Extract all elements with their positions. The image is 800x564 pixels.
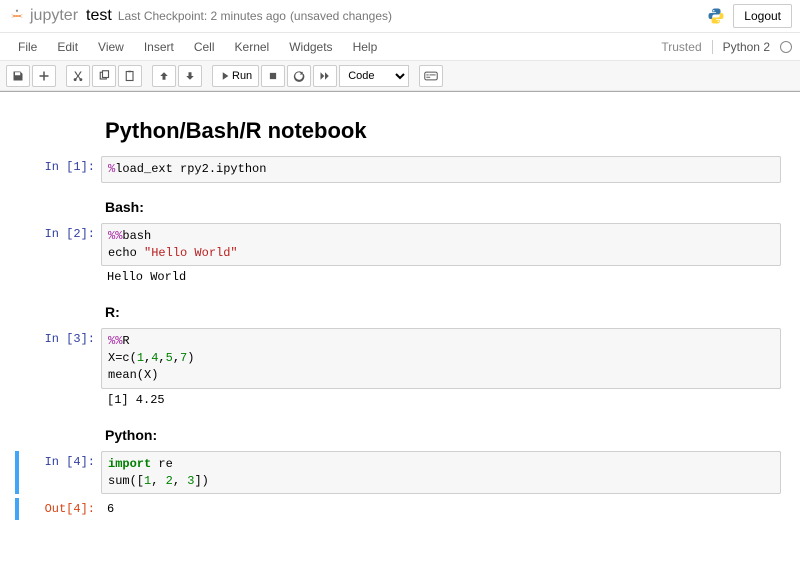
section-r: R: [105,304,781,320]
notebook-area: Python/Bash/R notebook In [1]: %load_ext… [0,91,800,564]
input-area[interactable]: %%bash echo "Hello World" [101,223,781,267]
logout-button[interactable]: Logout [733,4,792,28]
output-area: Hello World [101,266,781,288]
notebook-name[interactable]: test [86,7,112,25]
save-button[interactable] [6,65,30,87]
menubar: File Edit View Insert Cell Kernel Widget… [0,33,800,61]
run-label: Run [232,70,252,82]
code-cell[interactable]: In [2]: %%bash echo "Hello World" Hello … [19,223,781,289]
toolbar: Run Code [0,61,800,91]
menubar-right: Trusted Python 2 [661,40,792,54]
menu-kernel[interactable]: Kernel [225,36,280,58]
kernel-name[interactable]: Python 2 [712,40,770,54]
input-prompt: In [3]: [19,328,101,410]
menu-widgets[interactable]: Widgets [279,36,342,58]
checkpoint-text: Last Checkpoint: 2 minutes ago [118,9,286,23]
add-cell-button[interactable] [32,65,56,87]
copy-button[interactable] [92,65,116,87]
python-icon [707,7,725,25]
output-area: [1] 4.25 [101,389,781,411]
menu-edit[interactable]: Edit [47,36,88,58]
trusted-label[interactable]: Trusted [661,40,701,54]
cut-button[interactable] [66,65,90,87]
menu-insert[interactable]: Insert [134,36,184,58]
move-up-button[interactable] [152,65,176,87]
stop-button[interactable] [261,65,285,87]
input-prompt: In [2]: [19,223,101,289]
restart-run-all-button[interactable] [313,65,337,87]
input-prompt: In [1]: [19,156,101,183]
restart-button[interactable] [287,65,311,87]
menu-view[interactable]: View [88,36,134,58]
output-prompt: Out[4]: [19,498,101,520]
input-area[interactable]: import re sum([1, 2, 3]) [101,451,781,495]
input-prompt: In [4]: [19,451,101,495]
kernel-status-icon [780,41,792,53]
jupyter-icon [8,7,26,25]
section-bash: Bash: [105,199,781,215]
code-cell[interactable]: In [1]: %load_ext rpy2.ipython [19,156,781,183]
code-cell-selected[interactable]: In [4]: import re sum([1, 2, 3]) [15,451,781,495]
code-cell[interactable]: In [3]: %%R X=c(1,4,5,7) mean(X) [1] 4.2… [19,328,781,410]
section-python: Python: [105,427,781,443]
jupyter-logo[interactable]: jupyter [8,7,78,25]
output-cell: Out[4]: 6 [15,498,781,520]
command-palette-button[interactable] [419,65,443,87]
menu-cell[interactable]: Cell [184,36,225,58]
page-title: Python/Bash/R notebook [105,118,781,144]
unsaved-text: (unsaved changes) [290,9,392,23]
menu-help[interactable]: Help [343,36,388,58]
menu-file[interactable]: File [8,36,47,58]
input-area[interactable]: %%R X=c(1,4,5,7) mean(X) [101,328,781,388]
notebook-container: Python/Bash/R notebook In [1]: %load_ext… [5,96,795,564]
celltype-select[interactable]: Code [339,65,409,87]
run-button[interactable]: Run [212,65,259,87]
header-bar: jupyter test Last Checkpoint: 2 minutes … [0,0,800,33]
header-right: Logout [707,4,792,28]
paste-button[interactable] [118,65,142,87]
input-area[interactable]: %load_ext rpy2.ipython [101,156,781,183]
output-area: 6 [101,498,781,520]
move-down-button[interactable] [178,65,202,87]
jupyter-text: jupyter [30,7,78,25]
